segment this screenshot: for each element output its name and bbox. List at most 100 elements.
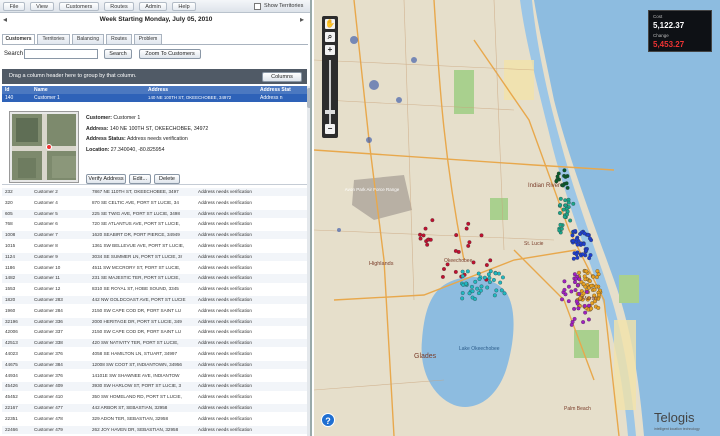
table-row[interactable]: 1124 Customer 9 3034 SE SUMMER LN, PORT ST… — [2, 252, 307, 262]
tab-territories[interactable]: Territories — [37, 34, 70, 44]
table-row[interactable]: 1186 Customer 10 4511 SW MCCRORY ST, PORT … — [2, 263, 307, 272]
customer-point[interactable] — [569, 289, 574, 294]
customer-point[interactable] — [573, 288, 578, 293]
table-row[interactable]: 768 Customer 6 720 SE ATLANTUS AVE, PORT S… — [2, 220, 307, 229]
customer-point[interactable] — [502, 291, 507, 296]
table-row[interactable]: 44675 Customer 384 12008 SW COOT ST, INDIA… — [2, 360, 307, 370]
show-territories-checkbox[interactable] — [254, 3, 261, 10]
customer-point[interactable] — [572, 306, 577, 311]
customer-point[interactable] — [578, 232, 583, 237]
table-row[interactable]: 42006 Customer 337 2150 SW CAPE COD DR, PO… — [2, 328, 307, 337]
customer-point[interactable] — [572, 272, 577, 277]
customer-point[interactable] — [584, 269, 589, 274]
customer-point[interactable] — [464, 281, 468, 286]
customer-point[interactable] — [423, 226, 428, 231]
customer-point[interactable] — [476, 271, 481, 276]
table-row[interactable]: 1015 Customer 8 1361 SW BELLEVUE AVE, PORT… — [2, 242, 307, 251]
customer-point[interactable] — [560, 297, 564, 302]
columns-button[interactable]: Columns — [262, 72, 302, 82]
menu-admin[interactable]: Admin — [139, 2, 167, 11]
table-row[interactable]: 1820 Customer 283 442 NW GOLDCOAST AVE, PO… — [2, 296, 307, 305]
zoom-box-icon[interactable]: ⌕ — [325, 32, 335, 42]
customer-point[interactable] — [482, 275, 487, 280]
customer-point[interactable] — [589, 283, 594, 288]
customer-point[interactable] — [460, 274, 465, 279]
search-input[interactable] — [24, 49, 98, 59]
customer-point[interactable] — [460, 269, 465, 274]
customer-point[interactable] — [584, 289, 589, 294]
tab-problem[interactable]: Problem — [134, 34, 162, 44]
customer-point[interactable] — [453, 269, 458, 274]
menu-view[interactable]: View — [30, 2, 54, 11]
customer-point[interactable] — [586, 317, 591, 322]
customer-point[interactable] — [562, 287, 567, 292]
customer-point[interactable] — [563, 203, 568, 208]
customer-point[interactable] — [494, 288, 499, 293]
customer-point[interactable] — [570, 233, 575, 238]
customer-point[interactable] — [575, 283, 580, 288]
customer-point[interactable] — [571, 239, 576, 243]
customer-point[interactable] — [573, 276, 578, 281]
customer-point[interactable] — [488, 258, 493, 263]
zoom-slider-track[interactable] — [329, 60, 331, 132]
selected-row[interactable]: 140 Customer 1 140 NE 100TH ST, OKEECHOB… — [2, 94, 307, 102]
scrollbar-thumb[interactable] — [307, 88, 310, 108]
customer-point[interactable] — [497, 271, 501, 276]
delete-button[interactable]: Delete — [154, 174, 180, 184]
customer-point[interactable] — [573, 229, 578, 233]
table-row[interactable]: 44023 Customer 376 4058 SE HAMILTON LN, ST… — [2, 350, 307, 359]
map-view[interactable]: Indian River Avon Park Air Force Range G… — [314, 0, 720, 436]
customer-point[interactable] — [597, 292, 602, 297]
menu-file[interactable]: File — [3, 2, 25, 11]
table-row[interactable]: 44934 Customer 376 14101E SW SHAWNEE AVE, … — [2, 371, 307, 380]
customer-point[interactable] — [581, 291, 586, 296]
customer-point[interactable] — [558, 196, 563, 201]
customer-point[interactable] — [577, 270, 581, 275]
customer-point[interactable] — [563, 198, 568, 203]
customer-point[interactable] — [582, 231, 587, 236]
customer-point[interactable] — [584, 248, 589, 253]
customer-point[interactable] — [571, 256, 576, 261]
customer-point[interactable] — [574, 237, 579, 242]
customer-point[interactable] — [477, 276, 482, 281]
header-id[interactable]: Id — [5, 87, 9, 93]
customer-point[interactable] — [473, 297, 477, 301]
customer-point[interactable] — [466, 221, 471, 226]
customer-point[interactable] — [561, 207, 566, 212]
table-row[interactable]: 22466 Customer 479 262 JOY HAVEN DR, SEBAS… — [2, 425, 307, 434]
customer-point[interactable] — [569, 322, 574, 327]
customer-point[interactable] — [577, 277, 582, 282]
table-row[interactable]: 45426 Customer 409 3930 SW HARLOW ST, PORT… — [2, 382, 307, 391]
customer-point[interactable] — [574, 252, 579, 257]
customer-point[interactable] — [564, 181, 569, 186]
customer-point[interactable] — [566, 299, 571, 304]
customer-point[interactable] — [583, 310, 588, 315]
customer-point[interactable] — [572, 316, 577, 321]
customer-point[interactable] — [421, 233, 426, 238]
customer-point[interactable] — [454, 233, 459, 238]
customer-point[interactable] — [566, 200, 571, 205]
customer-point[interactable] — [585, 232, 590, 237]
table-row[interactable]: 605 Customer 5 225 SE TWIG AVE, PORT ST LU… — [2, 209, 307, 218]
zoom-to-customers-button[interactable]: Zoom To Customers — [139, 49, 201, 59]
customer-point[interactable] — [500, 275, 505, 280]
customer-point[interactable] — [487, 280, 492, 285]
tab-balancing[interactable]: Balancing — [72, 34, 104, 44]
customer-point[interactable] — [562, 214, 567, 219]
customer-point[interactable] — [562, 168, 567, 173]
customer-point[interactable] — [485, 285, 490, 290]
customer-point[interactable] — [466, 243, 471, 248]
customer-point[interactable] — [568, 218, 573, 223]
customer-point[interactable] — [442, 267, 446, 271]
customer-point[interactable] — [486, 272, 491, 277]
customer-point[interactable] — [476, 291, 481, 296]
customer-point[interactable] — [558, 222, 563, 227]
customer-point[interactable] — [464, 226, 469, 231]
customer-point[interactable] — [561, 183, 565, 188]
customer-point[interactable] — [592, 287, 597, 292]
customer-point[interactable] — [581, 282, 586, 287]
customer-point[interactable] — [473, 279, 478, 284]
customer-point[interactable] — [557, 211, 562, 215]
customer-point[interactable] — [460, 291, 465, 295]
customer-point[interactable] — [566, 284, 571, 289]
